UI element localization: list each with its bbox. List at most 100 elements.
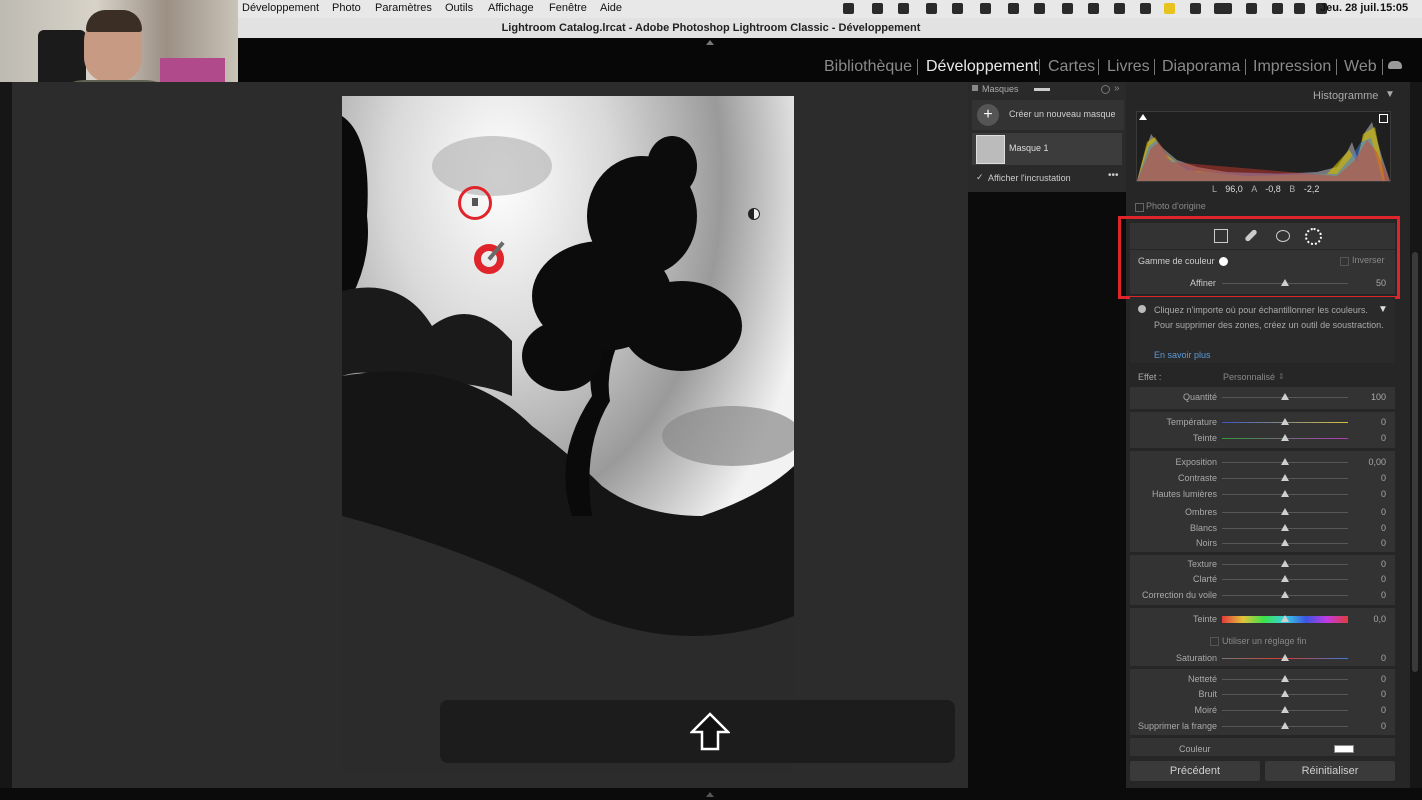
slider-thumb[interactable] (1281, 615, 1289, 622)
module-web[interactable]: Web (1344, 58, 1377, 76)
chevron-down-icon[interactable]: ▼ (1385, 89, 1395, 100)
mask-row[interactable]: Masque 1 (972, 133, 1122, 165)
menu-developpement[interactable]: Développement (242, 2, 319, 14)
flag-icon[interactable] (1164, 3, 1175, 14)
shadow-clipping-icon[interactable] (1139, 114, 1147, 120)
slider-thumb[interactable] (1281, 508, 1289, 515)
slider-value[interactable]: 0 (1356, 507, 1386, 517)
invert-checkbox[interactable] (1340, 257, 1349, 266)
slider-thumb[interactable] (1281, 393, 1289, 400)
slider-value[interactable]: 0 (1356, 559, 1386, 569)
slider-thumb[interactable] (1281, 591, 1289, 598)
slider-value[interactable]: 0 (1356, 590, 1386, 600)
slider-thumb[interactable] (1281, 434, 1289, 441)
menu-parametres[interactable]: Paramètres (375, 2, 432, 14)
slider-value[interactable]: 0 (1356, 574, 1386, 584)
slider-value[interactable]: 0 (1356, 538, 1386, 548)
effect-preset-dropdown[interactable]: Personnalisé (1223, 372, 1275, 382)
search-icon[interactable] (1272, 3, 1283, 14)
wifi-icon[interactable] (1246, 3, 1257, 14)
slider-thumb[interactable] (1281, 490, 1289, 497)
slider-thumb[interactable] (1281, 654, 1289, 661)
slider-value[interactable]: 0 (1356, 721, 1386, 731)
slider-value[interactable]: 0 (1356, 433, 1386, 443)
more-options-icon[interactable]: ••• (1108, 170, 1119, 181)
slider-value[interactable]: 0 (1356, 689, 1386, 699)
slider-thumb[interactable] (1281, 722, 1289, 729)
color-swatch-none-icon[interactable] (1334, 745, 1354, 753)
status-icon[interactable] (843, 3, 854, 14)
slider-value[interactable]: 0 (1356, 653, 1386, 663)
learn-more-link[interactable]: En savoir plus (1154, 350, 1211, 360)
help-icon[interactable] (1101, 85, 1110, 94)
scrollbar-thumb[interactable] (1412, 252, 1418, 672)
volume-icon[interactable] (1088, 3, 1099, 14)
slider-value[interactable]: 0,00 (1356, 457, 1386, 467)
hint-chevron-down-icon[interactable]: ▼ (1378, 304, 1388, 315)
timemachine-icon[interactable] (980, 3, 991, 14)
menu-outils[interactable]: Outils (445, 2, 473, 14)
creative-cloud-icon[interactable] (1008, 3, 1019, 14)
battery-icon[interactable] (1214, 3, 1232, 14)
cloud-icon[interactable] (1388, 61, 1402, 69)
slider-thumb[interactable] (1281, 675, 1289, 682)
app-icon[interactable] (1034, 3, 1045, 14)
screen-icon[interactable] (926, 3, 937, 14)
top-panel-toggle-icon[interactable] (706, 40, 714, 45)
display-icon[interactable] (1062, 3, 1073, 14)
slider-value[interactable]: 0 (1356, 705, 1386, 715)
previous-button[interactable]: Précédent (1130, 761, 1260, 781)
slider-value[interactable]: 0,0 (1356, 614, 1386, 624)
collapse-icon[interactable] (1034, 88, 1050, 91)
reset-button[interactable]: Réinitialiser (1265, 761, 1395, 781)
bluetooth-icon[interactable] (1190, 3, 1201, 14)
module-impression[interactable]: Impression (1253, 58, 1331, 76)
dropbox-icon[interactable] (872, 3, 883, 14)
module-bibliotheque[interactable]: Bibliothèque (824, 58, 912, 76)
checkmark-icon[interactable]: ✓ (976, 172, 984, 183)
slider-thumb[interactable] (1281, 560, 1289, 567)
slider-value[interactable]: 0 (1356, 417, 1386, 427)
create-mask-button[interactable]: + Créer un nouveau masque (972, 100, 1124, 130)
slider-thumb[interactable] (1281, 575, 1289, 582)
preset-chevron-icon[interactable]: ⇕ (1278, 372, 1285, 381)
camera-icon[interactable] (898, 3, 909, 14)
color-swatch-icon[interactable] (1219, 257, 1228, 266)
slider-value[interactable]: 0 (1356, 523, 1386, 533)
airplay-icon[interactable] (1114, 3, 1125, 14)
slider-thumb[interactable] (1281, 706, 1289, 713)
photo-preview[interactable] (342, 96, 794, 774)
clipboard-icon[interactable] (952, 3, 963, 14)
menu-fenetre[interactable]: Fenêtre (549, 2, 587, 14)
module-diaporama[interactable]: Diaporama (1162, 58, 1240, 76)
module-cartes[interactable]: Cartes (1048, 58, 1095, 76)
slider-thumb[interactable] (1281, 524, 1289, 531)
slider-value[interactable]: 100 (1356, 392, 1386, 402)
menu-affichage[interactable]: Affichage (488, 2, 534, 14)
slider-value[interactable]: 0 (1356, 473, 1386, 483)
right-panel-scroll-region[interactable] (1410, 82, 1422, 788)
slider-value[interactable]: 0 (1356, 674, 1386, 684)
menu-aide[interactable]: Aide (600, 2, 622, 14)
left-panel-collapsed[interactable] (0, 82, 12, 788)
record-icon[interactable] (1140, 3, 1151, 14)
slider-thumb[interactable] (1281, 539, 1289, 546)
refine-value[interactable]: 50 (1356, 278, 1386, 288)
filmstrip-toggle-icon[interactable] (706, 792, 714, 797)
slider-value[interactable]: 0 (1356, 489, 1386, 499)
slider-thumb[interactable] (1281, 418, 1289, 425)
fine-tune-checkbox[interactable] (1210, 637, 1219, 646)
original-photo-checkbox[interactable] (1135, 203, 1144, 212)
slider-thumb[interactable] (1281, 458, 1289, 465)
menu-photo[interactable]: Photo (332, 2, 361, 14)
refine-slider-thumb[interactable] (1281, 279, 1289, 286)
control-center-icon[interactable] (1294, 3, 1305, 14)
histogram-title[interactable]: Histogramme (1313, 90, 1378, 102)
module-livres[interactable]: Livres (1107, 58, 1150, 76)
mask-pin-icon[interactable] (748, 208, 760, 220)
module-developpement[interactable]: Développement (926, 58, 1038, 76)
menubar-time[interactable]: 15:05 (1380, 2, 1408, 14)
expand-icon[interactable]: » (1114, 83, 1120, 94)
menubar-date[interactable]: Jeu. 28 juil. (1320, 2, 1379, 14)
slider-thumb[interactable] (1281, 690, 1289, 697)
